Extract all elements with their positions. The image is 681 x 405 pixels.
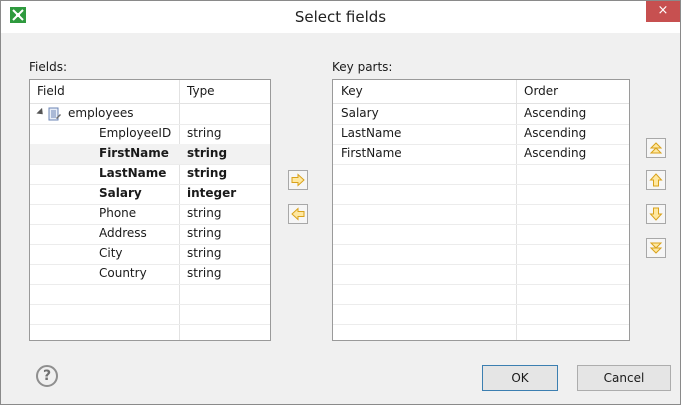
empty-row (333, 224, 629, 245)
field-type: string (187, 206, 222, 220)
help-icon[interactable]: ? (36, 365, 58, 387)
key-order[interactable]: Ascending (524, 106, 586, 120)
table-row[interactable]: Address string (30, 224, 270, 245)
table-row[interactable]: Salary Ascending (333, 104, 629, 125)
fields-label: Fields: (29, 60, 67, 74)
empty-row (333, 264, 629, 285)
key-parts-label: Key parts: (332, 60, 393, 74)
key-table-header: Key Order (333, 80, 629, 104)
double-down-arrow-icon (649, 242, 663, 254)
table-row[interactable]: FirstName string (30, 144, 270, 165)
field-name: EmployeeID (99, 126, 172, 140)
empty-row (333, 184, 629, 205)
key-order[interactable]: Ascending (524, 146, 586, 160)
window-title: Select fields (294, 8, 387, 26)
add-key-button[interactable] (288, 170, 308, 190)
table-row[interactable]: Phone string (30, 204, 270, 225)
double-up-arrow-icon (649, 142, 663, 154)
field-type: string (187, 166, 228, 180)
fields-table[interactable]: Field Type employees EmployeeID string F… (29, 79, 271, 341)
empty-row (333, 244, 629, 265)
ok-button[interactable]: OK (482, 365, 558, 391)
empty-row (333, 304, 629, 325)
empty-row (333, 324, 629, 340)
move-to-bottom-button[interactable] (646, 238, 666, 258)
column-header-field[interactable]: Field (37, 84, 65, 98)
table-row[interactable]: Salary integer (30, 184, 270, 205)
empty-row (30, 304, 270, 325)
table-row[interactable]: FirstName Ascending (333, 144, 629, 165)
expand-arrow-icon[interactable] (36, 107, 46, 118)
empty-row (333, 204, 629, 225)
title-bar: Select fields × (1, 1, 680, 33)
field-name: Address (99, 226, 147, 240)
arrow-left-icon (291, 207, 305, 221)
field-name: FirstName (99, 146, 169, 160)
remove-key-button[interactable] (288, 204, 308, 224)
tree-node-employees[interactable]: employees (30, 104, 270, 125)
empty-row (30, 284, 270, 305)
table-row[interactable]: LastName Ascending (333, 124, 629, 145)
arrow-up-icon (649, 173, 663, 187)
field-name: Country (99, 266, 147, 280)
field-type: string (187, 126, 222, 140)
arrow-right-icon (291, 173, 305, 187)
record-icon (48, 107, 62, 121)
arrow-down-icon (649, 207, 663, 221)
close-button[interactable]: × (646, 1, 680, 22)
empty-row (333, 284, 629, 305)
table-row[interactable]: LastName string (30, 164, 270, 185)
table-row[interactable]: Country string (30, 264, 270, 285)
column-header-order[interactable]: Order (524, 84, 558, 98)
field-type: string (187, 146, 228, 160)
cancel-button[interactable]: Cancel (577, 365, 671, 391)
tree-root-label: employees (68, 106, 134, 120)
table-row[interactable]: EmployeeID string (30, 124, 270, 145)
move-down-button[interactable] (646, 204, 666, 224)
key-name: FirstName (341, 146, 402, 160)
select-fields-dialog: Select fields × Fields: Field Type emplo… (0, 0, 681, 405)
field-name: City (99, 246, 123, 260)
key-order[interactable]: Ascending (524, 126, 586, 140)
field-type: integer (187, 186, 237, 200)
empty-row (333, 164, 629, 185)
empty-row (30, 324, 270, 340)
field-type: string (187, 266, 222, 280)
field-type: string (187, 226, 222, 240)
move-up-button[interactable] (646, 170, 666, 190)
column-header-key[interactable]: Key (341, 84, 363, 98)
table-row[interactable]: City string (30, 244, 270, 265)
key-parts-table[interactable]: Key Order Salary Ascending LastName Asce… (332, 79, 630, 341)
move-to-top-button[interactable] (646, 138, 666, 158)
key-name: Salary (341, 106, 379, 120)
field-name: Phone (99, 206, 137, 220)
key-name: LastName (341, 126, 402, 140)
field-type: string (187, 246, 222, 260)
fields-table-header: Field Type (30, 80, 270, 104)
field-name: Salary (99, 186, 142, 200)
field-name: LastName (99, 166, 167, 180)
column-header-type[interactable]: Type (187, 84, 215, 98)
